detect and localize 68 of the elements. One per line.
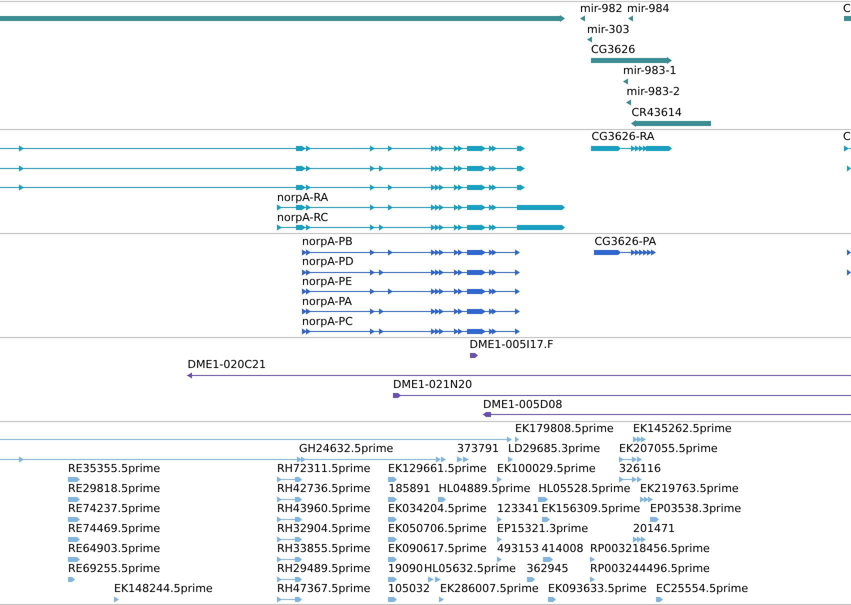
feature-label: CG3626-PA <box>594 236 656 248</box>
feature-label: 201471 <box>633 523 675 535</box>
feature-label: 493153 <box>497 543 539 555</box>
feature-label: norpA-RC <box>277 212 328 224</box>
feature-label: RH42736.5prime <box>277 483 370 495</box>
feature-label: 326116 <box>619 463 661 475</box>
feature-label: RE64903.5prime <box>68 543 160 555</box>
feature-label: EK156309.5prime <box>542 503 640 515</box>
feature-label: mir-983-2 <box>626 86 680 98</box>
feature-label: EK129661.5prime <box>388 463 487 475</box>
feature-label: EK034204.5prime <box>388 503 487 515</box>
feature-label: EK100029.5prime <box>497 463 596 475</box>
feature-label: RE74469.5prime <box>68 523 160 535</box>
feature-label: GH24632.5prime <box>299 443 394 455</box>
feature-label: 105032 <box>388 583 430 595</box>
feature-label: RH72311.5prime <box>277 463 370 475</box>
feature-label: DME1-021N20 <box>393 379 472 391</box>
feature-label: EP03538.3prime <box>650 503 742 515</box>
feature-label: 185891 <box>388 483 430 495</box>
feature-label: RH43960.5prime <box>277 503 370 515</box>
feature-label: RE74237.5prime <box>68 503 160 515</box>
feature-label: norpA-PA <box>302 296 352 308</box>
feature-label: RH33855.5prime <box>277 543 370 555</box>
feature-label: mir-982 <box>580 3 623 15</box>
feature-label: mir-984 <box>627 3 670 15</box>
feature-label: EC25554.5prime <box>656 583 748 595</box>
feature-label: EK090617.5prime <box>388 543 487 555</box>
feature-label: EK179808.5prime <box>515 423 614 435</box>
feature-label: DME1-020C21 <box>188 359 266 371</box>
feature-label: DME1-005I17.F <box>470 339 554 351</box>
feature-label: RE69255.5prime <box>68 563 160 575</box>
feature-label: RP003244496.5prime <box>590 563 710 575</box>
feature-label: mir-983-1 <box>623 65 677 77</box>
feature-label: norpA-RA <box>277 192 328 204</box>
feature-label: 19090 <box>388 563 423 575</box>
feature-label: EK207055.5prime <box>619 443 718 455</box>
feature-label: mir-303 <box>587 24 630 36</box>
feature-label: C <box>843 131 851 143</box>
feature-label: CG3626 <box>591 44 636 56</box>
feature-label: norpA-PE <box>302 276 352 288</box>
feature-label: norpA-PB <box>302 236 353 248</box>
feature-label: RH47367.5prime <box>277 583 370 595</box>
feature-label: 123341 <box>497 503 539 515</box>
feature-label: C <box>843 3 851 15</box>
feature-label: norpA-PD <box>302 256 354 268</box>
feature-label: 414008 <box>542 543 584 555</box>
feature-label: 362945 <box>526 563 568 575</box>
feature-label: CG3626-RA <box>592 131 654 143</box>
feature-label: EK148244.5prime <box>114 583 213 595</box>
feature-label: HL05632.5prime <box>424 563 516 575</box>
feature-label: RH32904.5prime <box>277 523 370 535</box>
feature-label: norpA-PC <box>302 316 353 328</box>
feature-label: DME1-005D08 <box>483 398 562 410</box>
feature-label: RH29489.5prime <box>277 563 370 575</box>
feature-label: 373791 <box>457 443 499 455</box>
feature-label: EP15321.3prime <box>497 523 588 535</box>
feature-label: EK286007.5prime <box>440 583 539 595</box>
feature-label: EK093633.5prime <box>548 583 647 595</box>
feature-label: HL04889.5prime <box>438 483 530 495</box>
feature-label: LD29685.3prime <box>508 443 600 455</box>
feature-label: CR43614 <box>632 107 682 119</box>
feature-label: EK050706.5prime <box>388 523 487 535</box>
feature-label: EK145262.5prime <box>633 423 732 435</box>
feature-label: RE29818.5prime <box>68 483 160 495</box>
feature-label: RP003218456.5prime <box>590 543 710 555</box>
feature-label: HL05528.5prime <box>538 483 630 495</box>
feature-label: EK219763.5prime <box>640 483 739 495</box>
feature-label: RE35355.5prime <box>68 463 160 475</box>
